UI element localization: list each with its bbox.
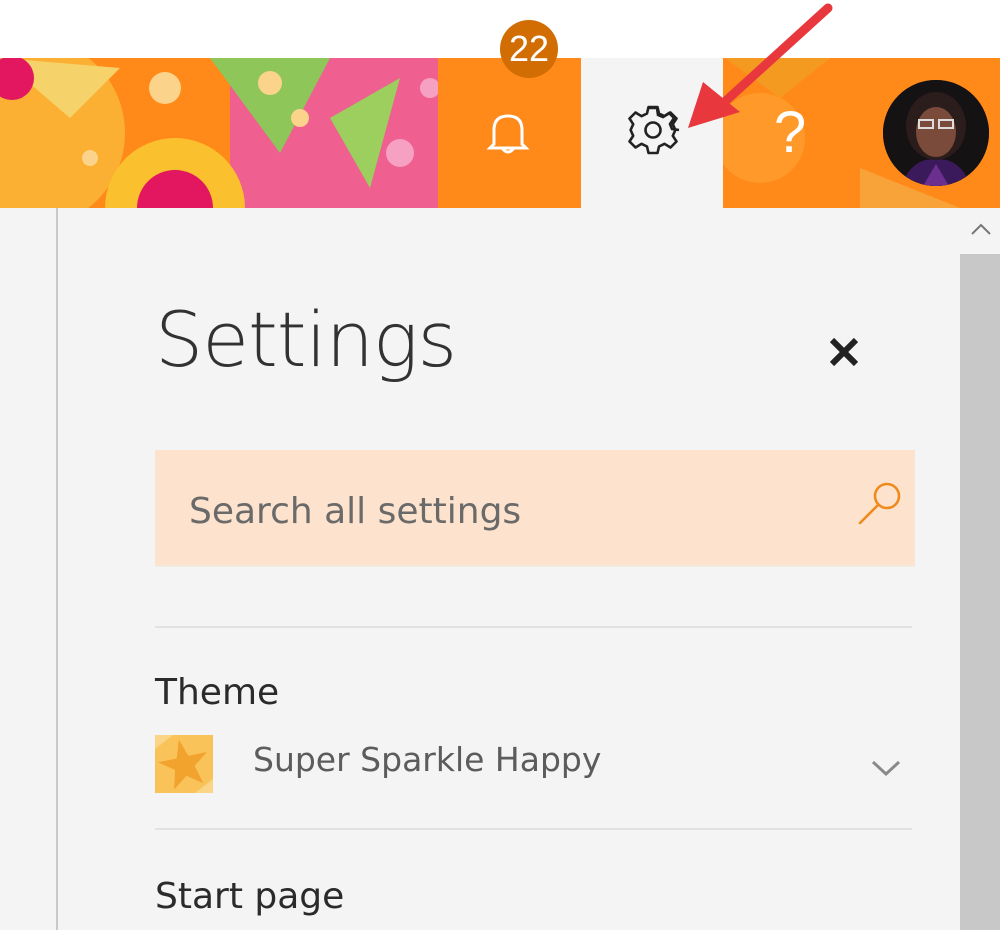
chevron-up-icon bbox=[971, 223, 991, 235]
gear-icon bbox=[628, 105, 680, 155]
search-icon[interactable] bbox=[855, 480, 905, 532]
star-icon bbox=[155, 735, 213, 793]
avatar[interactable] bbox=[883, 80, 989, 186]
close-button[interactable] bbox=[822, 330, 866, 374]
help-button[interactable]: ? bbox=[755, 88, 825, 178]
scrollbar[interactable] bbox=[960, 208, 1000, 930]
chevron-down-icon[interactable] bbox=[870, 758, 902, 782]
section-divider bbox=[155, 828, 912, 830]
theme-select-value[interactable]: Super Sparkle Happy bbox=[253, 740, 601, 779]
close-icon bbox=[829, 337, 859, 367]
section-divider bbox=[155, 626, 912, 628]
scroll-up-button[interactable] bbox=[960, 208, 1000, 254]
theme-label: Theme bbox=[155, 672, 280, 713]
start-page-label: Start page bbox=[155, 876, 345, 917]
settings-button[interactable] bbox=[581, 58, 723, 208]
theme-swatch[interactable] bbox=[155, 735, 213, 793]
profile-photo bbox=[883, 80, 989, 186]
search-input[interactable] bbox=[187, 480, 831, 542]
search-box bbox=[155, 450, 915, 567]
notification-count-badge: 22 bbox=[500, 20, 558, 78]
bell-icon bbox=[486, 114, 530, 154]
header-banner: ? bbox=[0, 58, 1000, 208]
notifications-button[interactable] bbox=[438, 58, 581, 208]
page-title: Settings bbox=[155, 295, 457, 384]
page-background bbox=[0, 208, 56, 930]
